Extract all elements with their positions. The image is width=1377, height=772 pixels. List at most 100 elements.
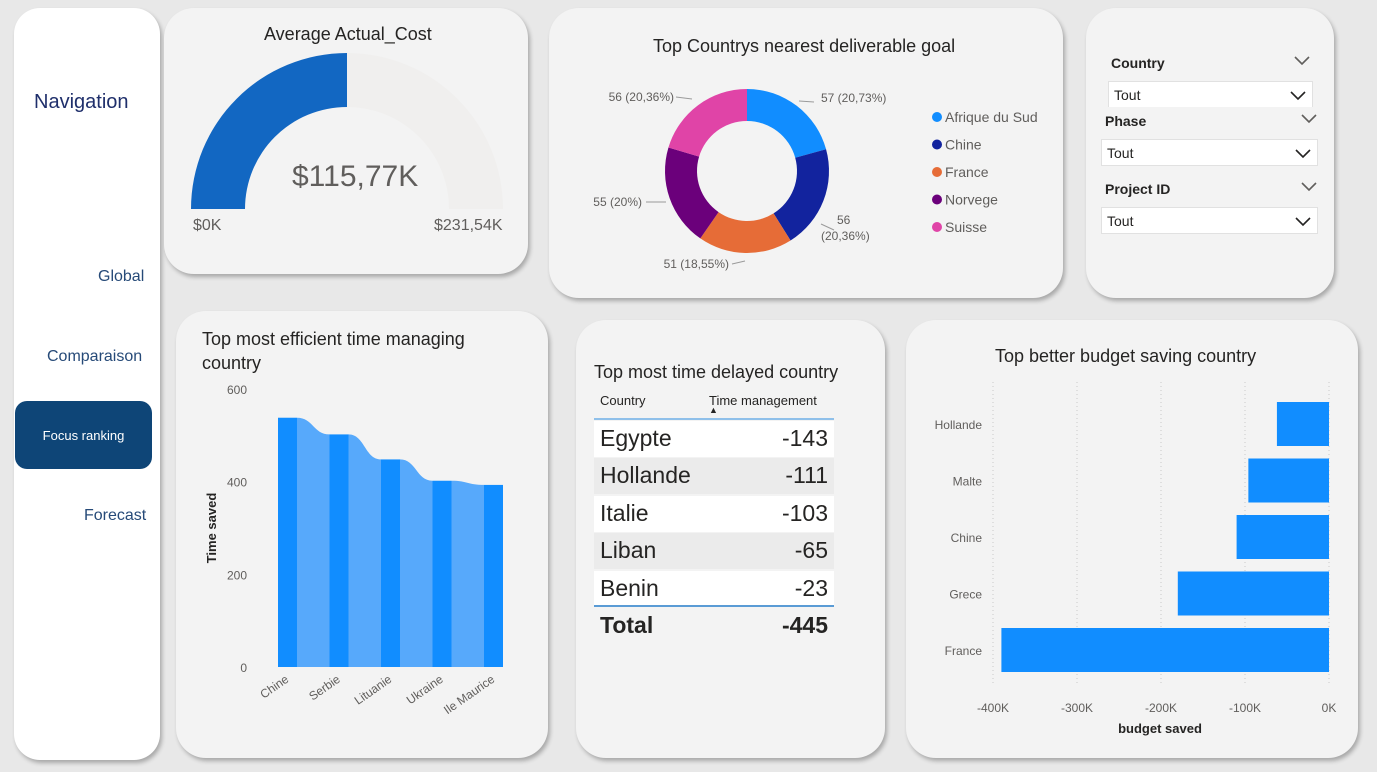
table-header-time-management[interactable]: Time management xyxy=(709,393,817,408)
table-cell-value: -111 xyxy=(785,462,828,488)
y-tick-label: Grece xyxy=(949,588,982,602)
bar-france[interactable] xyxy=(1001,628,1329,672)
y-axis-label: Time saved xyxy=(204,493,219,564)
chevron-down-icon xyxy=(1290,91,1306,101)
table-cell-value: -23 xyxy=(794,575,828,601)
legend-marker xyxy=(932,112,942,122)
legend-item[interactable]: France xyxy=(945,164,989,180)
bar-hollande[interactable] xyxy=(1276,402,1329,446)
ribbon-band xyxy=(451,480,484,667)
bar-malte[interactable] xyxy=(1248,458,1329,503)
table-cell-country: Liban xyxy=(600,537,657,563)
table-cell-country: Egypte xyxy=(600,425,672,451)
table-cell-value: -103 xyxy=(781,500,828,526)
phase-slicer-value: Tout xyxy=(1107,144,1134,161)
nav-link-forecast[interactable]: Forecast xyxy=(84,507,146,525)
chevron-down-icon[interactable] xyxy=(1301,114,1317,124)
project-slicer-value: Tout xyxy=(1107,212,1134,229)
ribbon-band xyxy=(297,417,330,667)
table-header-country[interactable]: Country xyxy=(600,393,646,408)
nav-button-focus-ranking[interactable]: Focus ranking xyxy=(15,401,152,469)
donut-leader-line xyxy=(731,260,746,265)
legend-item[interactable]: Suisse xyxy=(945,219,987,235)
nav-button-focus-ranking-label: Focus ranking xyxy=(42,427,125,443)
x-tick-label: Ile Maurice xyxy=(441,672,497,717)
navigation-panel xyxy=(14,8,160,760)
donut-leader-line xyxy=(675,96,693,100)
table-total-divider xyxy=(594,605,834,607)
legend-item[interactable]: Chine xyxy=(945,137,982,153)
y-tick-label: Hollande xyxy=(935,418,983,432)
table-cell-value: -65 xyxy=(794,537,828,563)
donut-data-label: 51 (18,55%) xyxy=(664,257,729,271)
bar-lituanie[interactable] xyxy=(381,459,400,667)
legend-marker xyxy=(932,222,942,232)
chevron-down-icon xyxy=(1295,217,1311,227)
table-cell-country: Benin xyxy=(600,575,659,601)
nav-link-comparaison[interactable]: Comparaison xyxy=(47,348,142,366)
x-tick-label: Serbie xyxy=(306,672,343,704)
gauge-min-label: $0K xyxy=(193,217,222,234)
donut-data-label: 55 (20%) xyxy=(593,195,642,209)
phase-slicer-label: Phase xyxy=(1105,113,1147,129)
legend-marker xyxy=(932,167,942,177)
project-slicer-label: Project ID xyxy=(1105,181,1171,197)
x-axis-label: budget saved xyxy=(1118,721,1202,736)
donut-slice-afrique-du-sud[interactable] xyxy=(747,89,827,158)
table-row[interactable]: Benin -23 xyxy=(594,571,834,607)
y-tick-label: 200 xyxy=(227,568,247,582)
table-cell-country: Italie xyxy=(600,500,649,526)
table-row[interactable]: Hollande -111 xyxy=(594,458,834,494)
y-tick-label: 600 xyxy=(227,383,247,397)
nav-link-global[interactable]: Global xyxy=(98,268,144,286)
phase-slicer-dropdown[interactable]: Tout xyxy=(1101,139,1318,166)
y-tick-label: Malte xyxy=(953,475,983,489)
table-row[interactable]: Italie -103 xyxy=(594,496,834,532)
country-slicer-label: Country xyxy=(1111,55,1165,71)
country-slicer-value: Tout xyxy=(1114,86,1141,103)
bar-serbie[interactable] xyxy=(329,434,349,667)
country-slicer-dropdown[interactable]: Tout xyxy=(1108,81,1313,107)
bar-chine[interactable] xyxy=(278,417,297,667)
efficiency-chart: 0 200 400 600 Time saved Chine Serbie Lituanie U… xyxy=(204,383,503,717)
bar-chine[interactable] xyxy=(1236,515,1329,559)
table-cell-value: -143 xyxy=(781,425,828,451)
ribbon-band xyxy=(348,434,381,667)
chevron-down-icon[interactable] xyxy=(1301,182,1317,192)
x-tick-label: -300K xyxy=(1061,701,1093,715)
chevron-down-icon xyxy=(1295,149,1311,159)
legend-marker xyxy=(932,194,942,205)
donut-data-label: 56 (20,36%) xyxy=(609,90,674,104)
table-row[interactable]: Liban -65 xyxy=(594,533,834,569)
donut-data-label: 56 xyxy=(837,213,851,227)
legend-item[interactable]: Norvege xyxy=(945,192,998,208)
project-slicer-dropdown[interactable]: Tout xyxy=(1101,207,1318,234)
table-total-value: -445 xyxy=(781,612,828,638)
donut-slice-suisse[interactable] xyxy=(668,89,747,157)
navigation-title: Navigation xyxy=(34,91,129,113)
chevron-down-icon[interactable] xyxy=(1294,56,1310,66)
table-row[interactable]: Egypte -143 xyxy=(594,421,834,457)
gauge-max-label: $231,54K xyxy=(434,217,503,234)
bar-ile-maurice[interactable] xyxy=(484,484,503,667)
x-tick-label: Ukraine xyxy=(404,672,446,707)
legend-marker xyxy=(932,139,942,150)
donut-data-label: 57 (20,73%) xyxy=(821,91,886,105)
x-tick-label: -200K xyxy=(1145,701,1177,715)
x-tick-label: Lituanie xyxy=(352,672,395,708)
bar-ukraine[interactable] xyxy=(432,480,452,667)
donut-data-label: (20,36%) xyxy=(821,229,870,243)
x-tick-label: Chine xyxy=(258,672,292,702)
y-tick-label: 0 xyxy=(240,661,247,675)
x-tick-label: -100K xyxy=(1229,701,1261,715)
gauge-value-label: $115,77K xyxy=(292,160,419,193)
x-tick-label: -400K xyxy=(977,701,1009,715)
y-tick-label: 400 xyxy=(227,476,247,490)
bar-grece[interactable] xyxy=(1177,571,1329,616)
budget-chart: -400K -300K -200K -100K 0K Hollande Malte Chine… xyxy=(935,382,1337,736)
y-tick-label: Chine xyxy=(951,531,983,545)
x-tick-label: 0K xyxy=(1322,701,1337,715)
legend-item[interactable]: Afrique du Sud xyxy=(945,109,1038,125)
table-header-divider xyxy=(594,418,834,420)
y-tick-label: France xyxy=(945,644,983,658)
